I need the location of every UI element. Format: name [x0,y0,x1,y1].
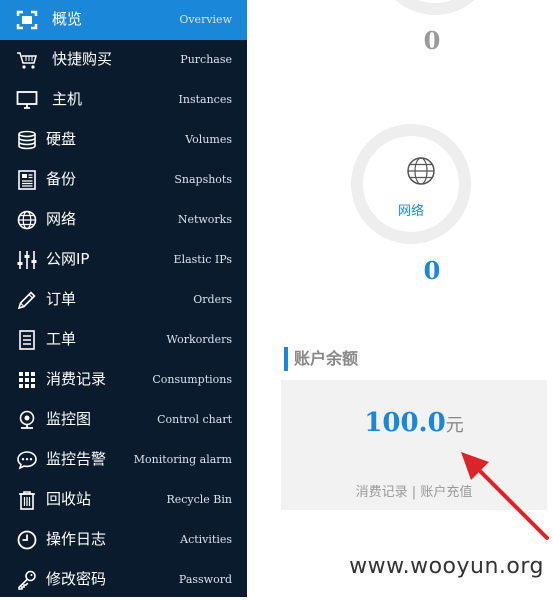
sidebar-item-sublabel: Password [178,573,232,586]
sidebar-item-label: 备份 [46,170,77,188]
grid-icon [16,370,38,390]
sidebar-item-label: 订单 [46,290,77,308]
clock-icon [16,530,38,550]
sidebar-item-label: 主机 [52,90,83,108]
pencil-icon [16,290,38,310]
sidebar-item-sublabel: Activities [180,533,232,546]
balance-currency: 元 [445,415,464,436]
sidebar-item-sublabel: Control chart [157,413,232,426]
resource-count: 0 [423,26,441,55]
sidebar-item-consumptions[interactable]: 消费记录 Consumptions [0,360,247,400]
sidebar-item-networks[interactable]: 网络 Networks [0,200,247,240]
sidebar-item-overview[interactable]: 概览 Overview [0,0,247,40]
network-label: 网络 [397,204,424,219]
sidebar-item-sublabel: Workorders [166,333,232,346]
webcam-icon [16,410,38,430]
list-doc-icon [16,330,38,350]
watermark: www.wooyun.org [349,554,544,579]
sidebar-item-sublabel: Volumes [185,133,232,146]
sidebar-item-recycle-bin[interactable]: 回收站 Recycle Bin [0,480,247,520]
overview-icon [16,10,38,30]
trash-icon [16,490,38,510]
consumption-link[interactable]: 消费记录 [356,485,408,500]
cart-icon [16,50,38,70]
sidebar-item-activities[interactable]: 操作日志 Activities [0,520,247,560]
sidebar-item-label: 操作日志 [46,530,107,548]
sidebar-item-label: 硬盘 [46,130,77,148]
sliders-icon [16,250,38,270]
sidebar-item-label: 监控告警 [46,450,107,468]
sidebar-item-workorders[interactable]: 工单 Workorders [0,320,247,360]
sidebar-item-orders[interactable]: 订单 Orders [0,280,247,320]
section-title: 账户余额 [284,347,358,371]
network-count: 0 [423,256,441,285]
link-separator: | [411,485,417,500]
globe-icon [16,210,38,230]
chat-icon [16,450,38,470]
document-icon [16,170,38,190]
sidebar-item-label: 工单 [46,330,77,348]
monitor-icon [16,90,38,110]
globe-icon [406,156,436,186]
main-content: 0 网络 0 账户余额 100.0元 消费记录 | 账户充值 www.wooyu… [247,0,553,597]
sidebar-item-sublabel: Elastic IPs [173,253,232,266]
sidebar-item-sublabel: Networks [177,213,232,226]
sidebar-item-sublabel: Snapshots [174,173,232,186]
sidebar-item-volumes[interactable]: 硬盘 Volumes [0,120,247,160]
resource-ring [375,0,495,15]
sidebar-item-label: 回收站 [46,490,92,508]
sidebar-item-sublabel: Instances [178,93,232,106]
sidebar-item-sublabel: Purchase [180,53,232,66]
sidebar-item-sublabel: Orders [193,293,232,306]
network-ring[interactable]: 网络 [351,124,471,244]
key-icon [16,570,38,590]
sidebar-item-label: 网络 [46,210,77,228]
sidebar-item-label: 监控图 [46,410,92,428]
sidebar-item-label: 概览 [52,10,83,28]
sidebar-item-elastic-ips[interactable]: 公网IP Elastic IPs [0,240,247,280]
sidebar: 概览 Overview 快捷购买 Purchase 主机 Instances 硬… [0,0,247,597]
sidebar-item-control-chart[interactable]: 监控图 Control chart [0,400,247,440]
sidebar-item-password[interactable]: 修改密码 Password [0,560,247,600]
database-icon [16,130,38,150]
sidebar-item-snapshots[interactable]: 备份 Snapshots [0,160,247,200]
sidebar-item-sublabel: Recycle Bin [166,493,232,506]
sidebar-item-label: 公网IP [46,250,90,268]
balance-amount: 100.0 [364,408,446,438]
sidebar-item-purchase[interactable]: 快捷购买 Purchase [0,40,247,80]
sidebar-item-label: 消费记录 [46,370,107,388]
sidebar-item-label: 快捷购买 [52,50,113,68]
sidebar-item-sublabel: Consumptions [152,373,232,386]
sidebar-item-instances[interactable]: 主机 Instances [0,80,247,120]
sidebar-item-sublabel: Monitoring alarm [133,453,232,466]
sidebar-item-sublabel: Overview [179,13,232,26]
sidebar-item-label: 修改密码 [46,570,107,588]
sidebar-item-monitoring-alarm[interactable]: 监控告警 Monitoring alarm [0,440,247,480]
annotation-arrow [461,452,549,540]
balance-value: 100.0元 [281,408,547,438]
